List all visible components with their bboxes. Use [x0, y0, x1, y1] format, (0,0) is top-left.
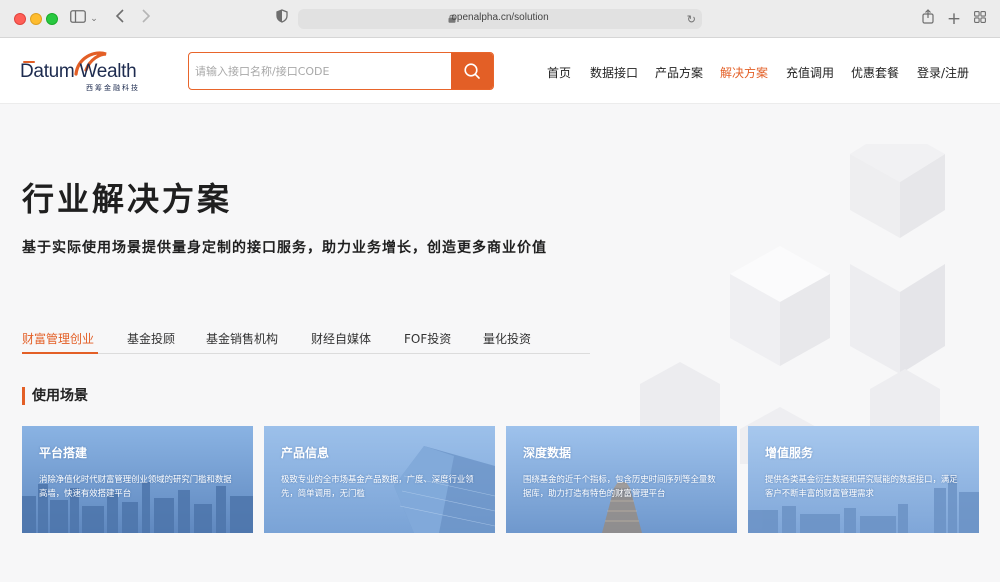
tab-overview-icon[interactable]	[972, 9, 988, 29]
share-icon[interactable]	[920, 9, 936, 30]
zoom-window-button[interactable]	[46, 13, 58, 25]
industry-tabs: 财富管理创业 基金投顾 基金销售机构 财经自媒体 FOF投资 量化投资	[22, 328, 590, 354]
nav-recharge[interactable]: 充值调用	[786, 64, 834, 81]
tab-fund-sales[interactable]: 基金销售机构	[206, 330, 278, 347]
cube-decoration-icon	[640, 144, 945, 464]
sidebar-toggle-icon[interactable]	[68, 9, 88, 29]
tab-finance-media[interactable]: 财经自媒体	[311, 330, 371, 347]
browser-toolbar: ⌄ openalpha.cn/solution ↻ +	[0, 0, 1000, 38]
search-input[interactable]	[189, 53, 453, 89]
card-title: 深度数据	[523, 446, 572, 460]
privacy-shield-icon[interactable]	[274, 9, 290, 29]
scenario-card-platform[interactable]: 平台搭建 消除净值化时代财富管理创业领域的研究门槛和数据高墙，快速有效搭建平台	[22, 426, 253, 533]
nav-home[interactable]: 首页	[547, 64, 571, 81]
tab-wealth-management[interactable]: 财富管理创业	[22, 330, 94, 347]
close-window-button[interactable]	[14, 13, 26, 25]
nav-packages[interactable]: 优惠套餐	[851, 64, 899, 81]
nav-solutions[interactable]: 解决方案	[720, 64, 768, 81]
search-button[interactable]	[451, 53, 493, 89]
search-icon	[464, 63, 480, 79]
card-description: 围绕基金的近千个指标，包含历史时间序列等全量数据库，助力打造有特色的财富管理平台	[523, 474, 716, 498]
tab-fund-advisory[interactable]: 基金投顾	[127, 330, 175, 347]
card-title: 平台搭建	[39, 446, 88, 460]
scenario-card-value-added[interactable]: 增值服务 提供各类基金衍生数据和研究赋能的数据接口，满足客户不断丰富的财富管理需…	[748, 426, 979, 533]
scenario-card-product-info[interactable]: 产品信息 极致专业的全市场基金产品数据，广度、深度行业领先，简单调用，无门槛	[264, 426, 495, 533]
forward-arrow-icon[interactable]	[138, 9, 154, 29]
card-title: 增值服务	[765, 446, 814, 460]
address-bar[interactable]: openalpha.cn/solution ↻	[298, 9, 702, 29]
new-tab-icon[interactable]: +	[946, 9, 962, 29]
minimize-window-button[interactable]	[30, 13, 42, 25]
search-box	[188, 52, 494, 90]
card-title: 产品信息	[281, 446, 330, 460]
scenario-card-deep-data[interactable]: 深度数据 围绕基金的近千个指标，包含历史时间序列等全量数据库，助力打造有特色的财…	[506, 426, 737, 533]
nav-data-api[interactable]: 数据接口	[590, 64, 638, 81]
active-tab-indicator	[22, 352, 98, 354]
card-description: 提供各类基金衍生数据和研究赋能的数据接口，满足客户不断丰富的财富管理需求	[765, 474, 958, 498]
logo-subtitle: 西筹金融科技	[86, 84, 140, 92]
tab-fof-investing[interactable]: FOF投资	[404, 330, 451, 347]
chevron-down-icon[interactable]: ⌄	[89, 9, 99, 29]
url-text: openalpha.cn/solution	[451, 12, 549, 23]
reload-icon[interactable]: ↻	[687, 10, 696, 30]
tab-quant-investing[interactable]: 量化投资	[483, 330, 531, 347]
nav-login-register[interactable]: 登录/注册	[917, 64, 969, 81]
site-header: Datum Wealth 西筹金融科技 首页 数据接口 产品方案 解决方案 充值…	[0, 38, 1000, 104]
section-title: 使用场景	[22, 387, 88, 405]
main-content: 行业解决方案 基于实际使用场景提供量身定制的接口服务，助力业务增长，创造更多商业…	[0, 104, 1000, 582]
card-description: 消除净值化时代财富管理创业领域的研究门槛和数据高墙，快速有效搭建平台	[39, 474, 232, 498]
nav-products[interactable]: 产品方案	[655, 64, 703, 81]
page-subtitle: 基于实际使用场景提供量身定制的接口服务，助力业务增长，创造更多商业价值	[22, 240, 547, 256]
page-title: 行业解决方案	[22, 180, 233, 218]
back-arrow-icon[interactable]	[112, 9, 128, 29]
datum-wealth-logo[interactable]: Datum Wealth 西筹金融科技	[20, 50, 150, 94]
card-description: 极致专业的全市场基金产品数据，广度、深度行业领先，简单调用，无门槛	[281, 474, 474, 498]
logo-wordmark: Datum Wealth	[20, 61, 137, 82]
